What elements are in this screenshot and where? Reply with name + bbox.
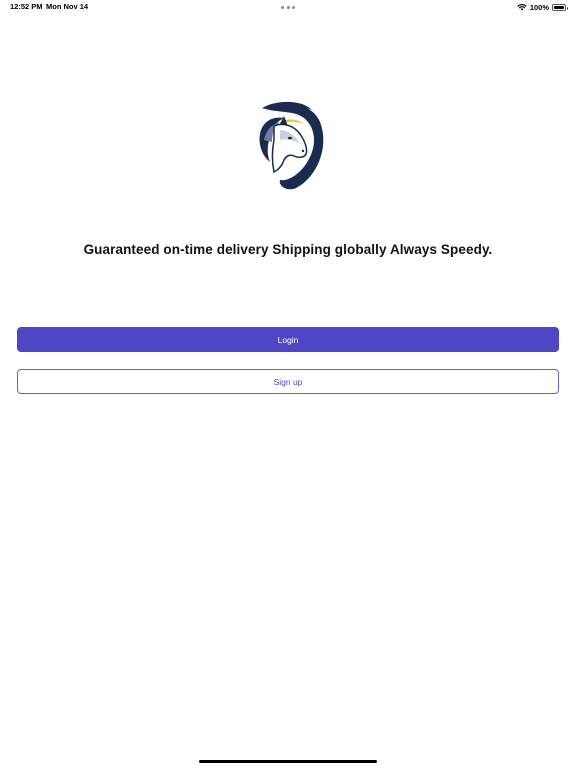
login-button[interactable]: Login bbox=[17, 327, 559, 352]
battery-fill bbox=[554, 5, 564, 9]
battery-percent: 100% bbox=[529, 2, 549, 12]
status-indicators: 100% bbox=[517, 1, 568, 13]
home-indicator[interactable] bbox=[199, 760, 377, 763]
status-bar: 12:52 PM Mon Nov 14 100% bbox=[0, 0, 576, 16]
battery-tip bbox=[566, 6, 568, 10]
horse-head-logo-icon bbox=[259, 101, 324, 190]
signup-button[interactable]: Sign up bbox=[17, 369, 559, 394]
status-date: Mon Nov 14 bbox=[46, 2, 89, 11]
wifi-icon bbox=[517, 4, 527, 11]
battery-icon bbox=[552, 3, 568, 11]
multitasking-dots-icon[interactable] bbox=[281, 6, 295, 9]
status-time: 12:52 PM bbox=[10, 2, 43, 11]
welcome-tagline: Guaranteed on-time delivery Shipping glo… bbox=[83, 242, 493, 257]
